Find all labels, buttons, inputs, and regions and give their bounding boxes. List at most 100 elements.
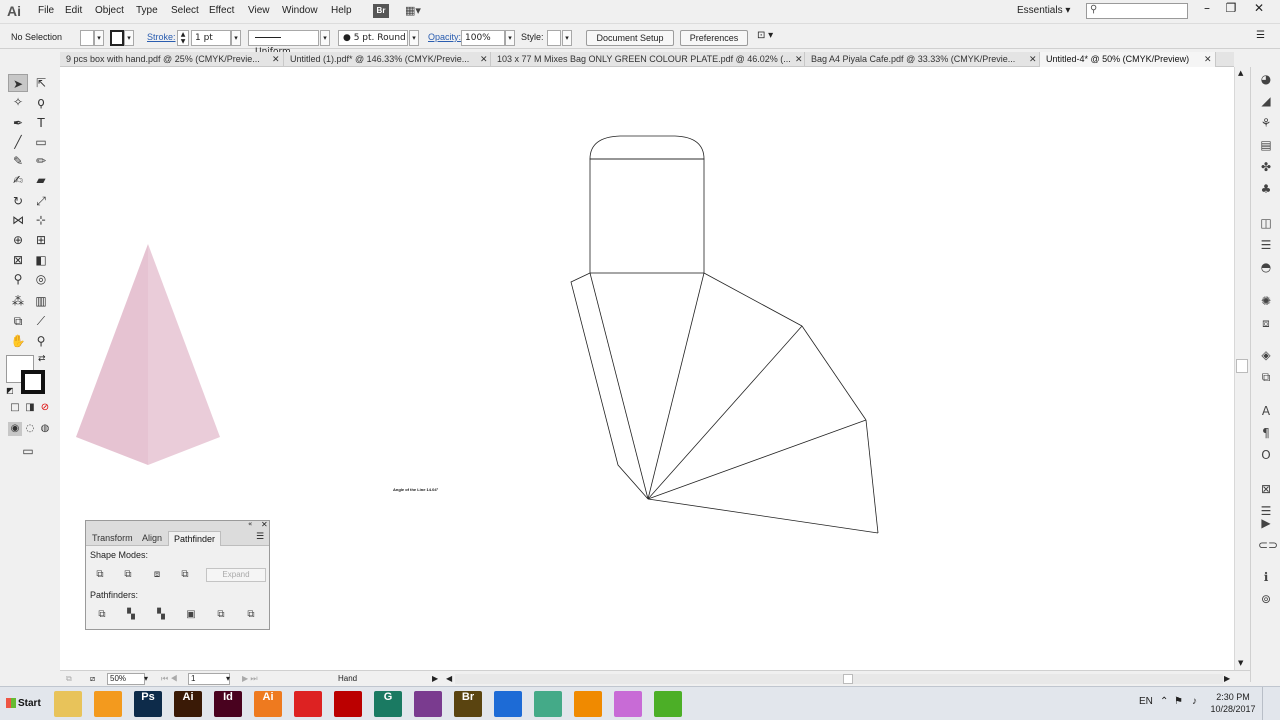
close-tab-icon[interactable]: ✕ — [1204, 54, 1212, 65]
eraser-tool-icon[interactable]: ▰ — [31, 171, 51, 189]
hscroll-right-icon[interactable]: ▶ — [1224, 674, 1230, 683]
close-tab-icon[interactable]: ✕ — [1029, 54, 1037, 65]
color-guide-icon[interactable]: ◢ — [1258, 93, 1274, 109]
menu-type[interactable]: Type — [136, 5, 158, 16]
symbols-panel-icon[interactable]: ✤ — [1258, 159, 1274, 175]
fill-dropdown[interactable]: ▾ — [94, 30, 104, 46]
divide-icon[interactable]: ⧉ — [95, 609, 109, 621]
type-tool-icon[interactable]: T — [31, 114, 51, 132]
artboard-dropdown-icon[interactable]: ▾ — [226, 674, 230, 683]
pen-tool-icon[interactable]: ✒ — [8, 114, 28, 132]
merge-icon[interactable]: ▚ — [154, 609, 168, 621]
illustrator-icon[interactable]: Ai — [174, 691, 202, 717]
gradient-tool-icon[interactable]: ◧ — [31, 251, 51, 269]
restore-icon[interactable]: ❐ — [1220, 1, 1242, 19]
opacity-dropdown[interactable]: ▾ — [505, 30, 515, 46]
menu-help[interactable]: Help — [331, 5, 352, 16]
menu-file[interactable]: File — [38, 5, 54, 16]
camtasia-icon[interactable]: G — [374, 691, 402, 717]
line-tool-icon[interactable]: ╱ — [8, 133, 28, 151]
acrobat-pro-icon[interactable] — [334, 691, 362, 717]
unite-icon[interactable]: ⧉ — [93, 569, 107, 581]
paintbrush-tool-icon[interactable]: ✎ — [8, 152, 28, 170]
shape-builder-tool-icon[interactable]: ⊕ — [8, 231, 28, 249]
preferences-button[interactable]: Preferences — [680, 30, 748, 46]
arrange-documents-icon[interactable]: ▦▾ — [405, 4, 429, 18]
vlc-icon[interactable] — [574, 691, 602, 717]
bridge-button[interactable]: Br — [373, 4, 389, 18]
utorrent-icon[interactable] — [654, 691, 682, 717]
menu-edit[interactable]: Edit — [65, 5, 82, 16]
minus-back-icon[interactable]: ⧉ — [244, 609, 258, 621]
close-panel-icon[interactable]: ✕ — [261, 520, 268, 529]
default-colors-icon[interactable]: ◩ — [6, 386, 14, 395]
direct-selection-tool-icon[interactable]: ⇱ — [31, 74, 51, 92]
graphic-styles-icon[interactable]: ♣ — [1258, 181, 1274, 197]
photoshop-icon[interactable]: Ps — [134, 691, 162, 717]
swatches-panel-icon[interactable]: ⚘ — [1258, 115, 1274, 131]
panel-title-strip[interactable]: « ✕ — [86, 520, 269, 531]
menu-select[interactable]: Select — [171, 5, 199, 16]
pyramid-illustration[interactable] — [76, 244, 220, 465]
document-setup-button[interactable]: Document Setup — [586, 30, 674, 46]
width-tool-icon[interactable]: ⋈ — [8, 211, 28, 229]
paragraph-panel-icon[interactable]: ¶ — [1258, 425, 1274, 441]
menu-window[interactable]: Window — [282, 5, 318, 16]
stroke-weight-dropdown[interactable]: ▾ — [231, 30, 241, 46]
dieline-drawing[interactable] — [570, 135, 879, 534]
close-tab-icon[interactable]: ✕ — [480, 54, 488, 65]
system-clock[interactable]: 2:30 PM 10/28/2017 — [1210, 691, 1256, 715]
acrobat-icon[interactable] — [294, 691, 322, 717]
eyedropper-tool-icon[interactable]: ⚲ — [8, 270, 28, 288]
panel-options-icon[interactable]: ☰ — [256, 532, 264, 542]
exclude-icon[interactable]: ⧉ — [178, 569, 192, 581]
gradient-panel-icon[interactable]: ◫ — [1258, 215, 1274, 231]
pathfinder-panel-icon[interactable]: ⊠ — [1258, 481, 1274, 497]
perspective-grid-tool-icon[interactable]: ⊞ — [31, 231, 51, 249]
stroke-color-swatch[interactable] — [21, 370, 45, 394]
opentype-panel-icon[interactable]: O — [1258, 447, 1274, 463]
itunes-icon[interactable] — [614, 691, 642, 717]
tab-doc-3[interactable]: 103 x 77 M Mixes Bag ONLY GREEN COLOUR P… — [491, 52, 805, 67]
brush-definition[interactable]: ● 5 pt. Round — [338, 30, 408, 46]
mesh-tool-icon[interactable]: ⊠ — [8, 251, 28, 269]
scroll-up-icon[interactable]: ▲ — [1238, 69, 1243, 77]
links-panel-icon[interactable]: ⊂⊃ — [1258, 537, 1278, 553]
bridge-icon[interactable]: Br — [454, 691, 482, 717]
stroke-weight-field[interactable]: 1 pt — [191, 30, 231, 46]
artboard-number-field[interactable]: 1 — [188, 673, 230, 685]
crop-icon[interactable]: ▣ — [184, 609, 198, 621]
slice-tool-icon[interactable]: ⟋ — [31, 312, 51, 330]
illustrator-alt-icon[interactable]: Ai — [254, 691, 282, 717]
stroke-dropdown[interactable]: ▾ — [124, 30, 134, 46]
menu-effect[interactable]: Effect — [209, 5, 234, 16]
network-icon[interactable]: ⚑ — [1174, 696, 1183, 707]
menu-object[interactable]: Object — [95, 5, 124, 16]
blob-brush-tool-icon[interactable]: ✍ — [8, 171, 28, 189]
opacity-label[interactable]: Opacity: — [428, 32, 461, 42]
brush-dropdown[interactable]: ▾ — [409, 30, 419, 46]
gradient-mode-icon[interactable]: ◨ — [23, 401, 37, 415]
close-icon[interactable]: ✕ — [1248, 1, 1270, 19]
close-tab-icon[interactable]: ✕ — [272, 54, 280, 65]
stroke-weight-stepper[interactable]: ▲ ▼ — [177, 30, 189, 46]
transform-panel-icon[interactable]: ⧈ — [1258, 315, 1274, 331]
opacity-field[interactable]: 100% — [461, 30, 505, 46]
tab-transform[interactable]: Transform — [87, 531, 138, 546]
zoom-dropdown-icon[interactable]: ▾ — [144, 674, 148, 683]
indesign-icon[interactable]: Id — [214, 691, 242, 717]
start-button[interactable]: Start — [2, 692, 44, 716]
tab-doc-5-active[interactable]: Untitled-4* @ 50% (CMYK/Preview) ✕ — [1040, 52, 1216, 67]
volume-icon[interactable]: ♪ — [1192, 696, 1197, 707]
artboards-panel-icon[interactable]: ⧉ — [1258, 369, 1274, 385]
horizontal-scrollbar[interactable] — [455, 674, 1223, 684]
pencil-tool-icon[interactable]: ✏ — [31, 152, 51, 170]
show-desktop-button[interactable] — [1262, 687, 1280, 720]
transparency-panel-icon[interactable]: ◓ — [1258, 259, 1274, 275]
document-info-icon[interactable]: ℹ — [1258, 569, 1274, 585]
tab-pathfinder[interactable]: Pathfinder — [168, 531, 222, 546]
hscroll-left-icon[interactable]: ◀ — [446, 674, 452, 683]
minus-front-icon[interactable]: ⧉ — [121, 569, 135, 581]
selection-tool-icon[interactable]: ➤ — [8, 74, 28, 92]
first-artboard-icon[interactable]: ⏮ ◀ — [161, 674, 178, 684]
